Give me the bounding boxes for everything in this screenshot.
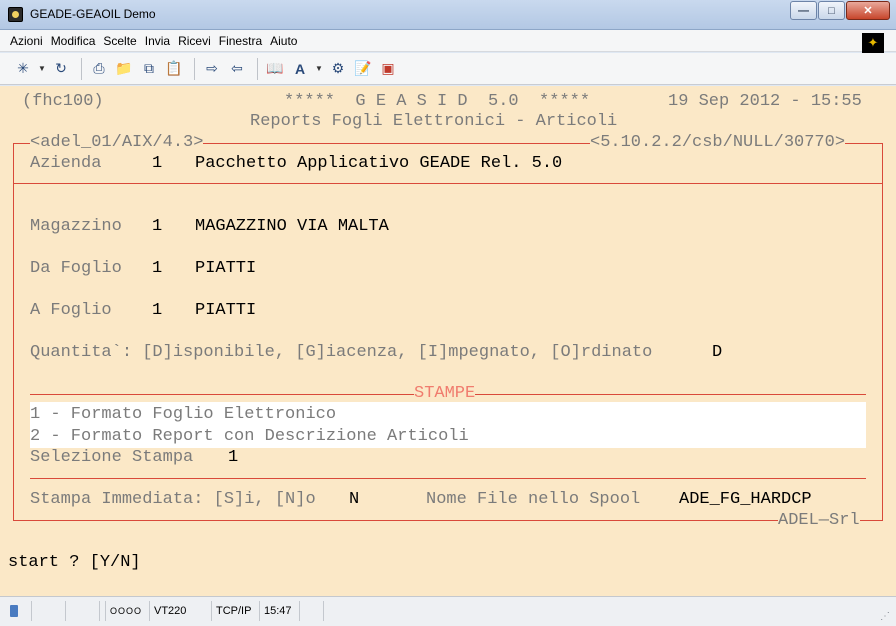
toolbar-separator (194, 57, 195, 80)
window-title: GEADE-GEAOIL Demo (30, 7, 156, 21)
bottom-divider (30, 478, 866, 479)
option-1[interactable]: 1 - Formato Foglio Elettronico (30, 405, 336, 425)
paste-icon[interactable]: 📋 (163, 58, 185, 80)
azienda-label: Azienda (30, 154, 102, 173)
status-protocol: TCP/IP (212, 601, 260, 621)
form-divider (13, 183, 883, 184)
magazzino-code[interactable]: 1 (152, 217, 162, 237)
app-icon[interactable] (8, 7, 23, 22)
magazzino-desc: MAGAZZINO VIA MALTA (195, 217, 389, 236)
menu-invia[interactable]: Invia (145, 34, 170, 48)
host-info-left: <adel_01/AIX/4.3> (30, 133, 204, 153)
terminal-screen[interactable]: (fhc100) ***** G E A S I D 5.0 ***** 19 … (0, 86, 896, 596)
stampe-section-title: STAMPE (414, 384, 476, 404)
connect-icon[interactable]: ↻ (50, 58, 72, 80)
status-indicator: OOOO (106, 601, 150, 621)
azienda-code[interactable]: 1 (152, 154, 162, 174)
status-cell-empty (300, 601, 324, 621)
toolbar: ✳ ▼ ↻ ⎙ 📁 ⧉ 📋 ⇨ ⇦ 📖 A ▼ ⚙ 📝 ▣ (0, 53, 896, 85)
menu-bar: Azioni Modifica Scelte Invia Ricevi Fine… (0, 30, 896, 52)
host-info-right: <5.10.2.2/csb/NULL/30770> (590, 133, 846, 153)
menu-modifica[interactable]: Modifica (51, 34, 96, 48)
copy-icon[interactable]: ⧉ (138, 58, 160, 80)
resize-grip-icon[interactable]: ⋰ (880, 611, 892, 623)
print-icon[interactable]: ⎙ (88, 58, 110, 80)
menu-aiuto[interactable]: Aiuto (270, 34, 297, 48)
maximize-button[interactable]: □ (818, 1, 845, 20)
chevron-down-icon[interactable]: ▼ (314, 58, 324, 80)
status-emulation: VT220 (150, 601, 212, 621)
status-time: 15:47 (260, 601, 300, 621)
immediata-value[interactable]: N (349, 490, 359, 510)
toolbar-separator (257, 57, 258, 80)
status-cell-empty (32, 601, 66, 621)
command-prompt[interactable]: start ? [Y/N] (8, 553, 141, 573)
menu-finestra[interactable]: Finestra (219, 34, 262, 48)
menu-azioni[interactable]: Azioni (10, 34, 43, 48)
brand-logo-icon: ✦ (862, 33, 884, 53)
option-2[interactable]: 2 - Formato Report con Descrizione Artic… (30, 427, 469, 447)
a-foglio-code[interactable]: 1 (152, 301, 162, 321)
quantita-value[interactable]: D (712, 343, 722, 363)
page-title: Reports Fogli Elettronici - Articoli (250, 112, 618, 131)
screen-icon[interactable]: ▣ (377, 58, 399, 80)
book-icon[interactable]: 📖 (264, 58, 286, 80)
program-code: (fhc100) (22, 92, 104, 111)
open-folder-icon[interactable]: 📁 (113, 58, 135, 80)
header-date: 19 Sep 2012 - 15:55 (668, 92, 862, 111)
da-foglio-code[interactable]: 1 (152, 259, 162, 279)
toolbar-separator (81, 57, 82, 80)
footer-brand: ADEL—Srl (778, 511, 860, 531)
da-foglio-label: Da Foglio (30, 259, 122, 278)
menu-ricevi[interactable]: Ricevi (178, 34, 211, 48)
status-cell-empty (66, 601, 100, 621)
selezione-value[interactable]: 1 (228, 448, 238, 468)
menu-scelte[interactable]: Scelte (103, 34, 136, 48)
settings-icon[interactable]: ⚙ (327, 58, 349, 80)
selezione-label: Selezione Stampa (30, 448, 194, 467)
network-status-icon (6, 601, 32, 621)
immediata-label: Stampa Immediata: [S]i, [N]o (30, 490, 316, 509)
magazzino-label: Magazzino (30, 217, 122, 236)
app-header: ***** G E A S I D 5.0 ***** (284, 92, 591, 111)
window-titlebar: GEADE-GEAOIL Demo — □ ✕ (0, 0, 896, 30)
new-session-icon[interactable]: ✳ (12, 58, 34, 80)
status-bar: OOOO VT220 TCP/IP 15:47 ⋰ (0, 596, 896, 626)
da-foglio-desc: PIATTI (195, 259, 257, 278)
quantita-label: Quantita`: [D]isponibile, [G]iacenza, [I… (30, 343, 653, 362)
minimize-button[interactable]: — (790, 1, 817, 20)
close-button[interactable]: ✕ (846, 1, 890, 20)
chevron-down-icon[interactable]: ▼ (37, 58, 47, 80)
azienda-desc: Pacchetto Applicativo GEADE Rel. 5.0 (195, 154, 563, 173)
font-icon[interactable]: A (289, 58, 311, 80)
transfer-receive-icon[interactable]: ⇦ (226, 58, 248, 80)
a-foglio-desc: PIATTI (195, 301, 257, 320)
a-foglio-label: A Foglio (30, 301, 112, 320)
spool-value[interactable]: ADE_FG_HARDCP (679, 490, 812, 510)
spool-label: Nome File nello Spool (426, 490, 641, 509)
transfer-send-icon[interactable]: ⇨ (201, 58, 223, 80)
notepad-icon[interactable]: 📝 (352, 58, 374, 80)
